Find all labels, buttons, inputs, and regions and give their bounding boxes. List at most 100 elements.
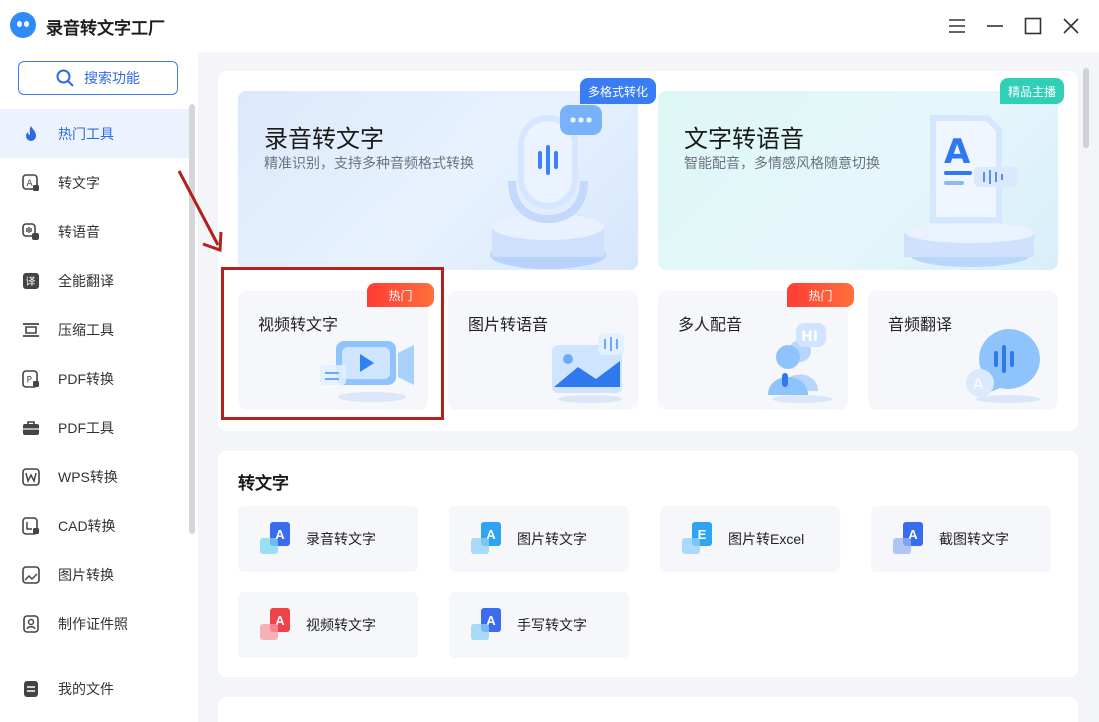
svg-text:P: P: [27, 375, 33, 385]
tool-image-to-text[interactable]: A 图片转文字: [449, 506, 629, 572]
sidebar-item-to-voice[interactable]: 转语音: [0, 207, 190, 256]
close-icon: [1063, 18, 1079, 34]
sidebar-item-label: PDF转换: [58, 370, 114, 387]
tool-image-to-excel[interactable]: E 图片转Excel: [660, 506, 840, 572]
main-scrollbar[interactable]: [1083, 68, 1089, 148]
translate-icon: 译: [22, 272, 40, 290]
sidebar-item-label: PDF工具: [58, 419, 114, 436]
tile-title: 音频翻译: [888, 317, 953, 334]
sidebar-item-hot-tools[interactable]: 热门工具: [0, 109, 190, 158]
sidebar-item-label: WPS转换: [58, 468, 118, 485]
title-bar: 录音转文字工厂: [0, 0, 1099, 52]
compress-icon: [22, 321, 40, 339]
sidebar-nav: 热门工具 A 转文字 转语音 译 全能翻译 压缩工具 P PDF转换 PDF工具…: [0, 109, 190, 648]
sidebar-item-label: CAD转换: [58, 517, 116, 534]
image-speech-icon: [552, 333, 624, 403]
tile-video-to-text[interactable]: 视频转文字: [238, 291, 428, 410]
excel-doc-icon: E: [682, 522, 716, 556]
tool-label: 手写转文字: [517, 617, 587, 633]
sidebar-item-label: 图片转换: [58, 566, 114, 583]
image-doc-icon: A: [471, 522, 505, 556]
sidebar-item-label: 热门工具: [58, 125, 114, 142]
sidebar: 搜索功能 热门工具 A 转文字 转语音 译 全能翻译 压缩工具 P PDF转换: [0, 52, 198, 722]
app-title: 录音转文字工厂: [46, 19, 165, 38]
search-button[interactable]: 搜索功能: [18, 61, 178, 95]
video-doc-icon: A: [260, 608, 294, 642]
tile-title: 图片转语音: [468, 317, 549, 334]
sidebar-item-label: 我的文件: [58, 680, 114, 697]
sidebar-item-translate[interactable]: 译 全能翻译: [0, 256, 190, 305]
sidebar-item-pdf-tools[interactable]: PDF工具: [0, 403, 190, 452]
people-speaking-icon: HI: [768, 323, 832, 403]
microphone-illustration-icon: [490, 105, 606, 269]
wps-icon: [22, 467, 40, 486]
annotation-arrow-icon: [177, 170, 223, 253]
tile-audio-translate[interactable]: 音频翻译 A: [868, 291, 1058, 410]
app-logo-icon: [10, 12, 36, 38]
tile-title: 视频转文字: [258, 317, 339, 334]
tile-image-to-speech[interactable]: 图片转语音: [448, 291, 638, 410]
document-illustration-icon: A: [904, 115, 1034, 267]
sidebar-item-wps-convert[interactable]: WPS转换: [0, 452, 190, 501]
tool-label: 视频转文字: [306, 617, 376, 633]
sidebar-item-label: 转文字: [58, 174, 100, 191]
banner-subtitle: 精准识别，支持多种音频格式转换: [264, 155, 474, 171]
sidebar-item-my-files[interactable]: 我的文件: [0, 664, 198, 713]
minimize-icon: [987, 25, 1003, 27]
hamburger-icon: [949, 19, 965, 33]
sidebar-item-label: 压缩工具: [58, 321, 114, 338]
hot-badge: 热门: [787, 283, 854, 307]
file-icon: [22, 680, 40, 698]
tool-label: 图片转Excel: [728, 531, 805, 547]
maximize-icon: [1024, 17, 1042, 35]
search-icon: [56, 69, 74, 87]
search-label: 搜索功能: [84, 70, 140, 86]
next-section-panel: [218, 697, 1078, 722]
sidebar-item-cad-convert[interactable]: CAD转换: [0, 501, 190, 550]
tile-multi-dubbing[interactable]: 多人配音 HI: [658, 291, 848, 410]
tool-label: 图片转文字: [517, 531, 587, 547]
voice-icon: [22, 222, 40, 241]
sidebar-item-label: 制作证件照: [58, 615, 128, 632]
svg-text:A: A: [973, 375, 984, 393]
banner-tag: 精品主播: [1000, 78, 1065, 104]
toolbox-icon: [22, 419, 40, 437]
fire-icon: [22, 125, 40, 143]
tool-video-to-text[interactable]: A 视频转文字: [238, 592, 418, 658]
svg-text:A: A: [27, 179, 34, 189]
banner-tag: 多格式转化: [580, 78, 657, 104]
banner-title: 文字转语音: [684, 126, 804, 153]
section-title: 转文字: [238, 474, 289, 493]
svg-text:A: A: [944, 132, 971, 172]
close-button[interactable]: [1057, 12, 1085, 40]
sidebar-item-pdf-convert[interactable]: P PDF转换: [0, 354, 190, 403]
banner-subtitle: 智能配音，多情感风格随意切换: [684, 155, 880, 171]
tool-screenshot-to-text[interactable]: A 截图转文字: [871, 506, 1051, 572]
sidebar-item-label: 全能翻译: [58, 272, 114, 289]
audio-doc-icon: A: [260, 522, 294, 556]
tool-audio-to-text[interactable]: A 录音转文字: [238, 506, 418, 572]
sidebar-item-image-convert[interactable]: 图片转换: [0, 550, 190, 599]
banner-audio-to-text[interactable]: 录音转文字 精准识别，支持多种音频格式转换: [238, 91, 638, 270]
tool-handwriting-to-text[interactable]: A 手写转文字: [449, 592, 629, 658]
sidebar-item-label: 转语音: [58, 223, 100, 240]
audio-translate-icon: A: [966, 328, 1040, 403]
sidebar-item-id-photo[interactable]: 制作证件照: [0, 599, 190, 648]
minimize-button[interactable]: [981, 12, 1009, 40]
banner-text-to-speech[interactable]: 文字转语音 智能配音，多情感风格随意切换 A: [658, 91, 1058, 270]
text-convert-icon: A: [22, 173, 40, 192]
sidebar-item-compress[interactable]: 压缩工具: [0, 305, 190, 354]
tool-label: 录音转文字: [306, 531, 376, 547]
svg-text:译: 译: [26, 276, 36, 288]
tile-title: 多人配音: [678, 317, 743, 334]
menu-button[interactable]: [943, 12, 971, 40]
svg-text:HI: HI: [801, 329, 818, 345]
cad-icon: [22, 516, 40, 535]
maximize-button[interactable]: [1019, 12, 1047, 40]
banner-title: 录音转文字: [264, 126, 384, 153]
tool-label: 截图转文字: [939, 531, 1009, 547]
pdf-convert-icon: P: [22, 369, 40, 388]
sidebar-item-to-text[interactable]: A 转文字: [0, 158, 190, 207]
image-icon: [22, 565, 40, 584]
screenshot-doc-icon: A: [893, 522, 927, 556]
